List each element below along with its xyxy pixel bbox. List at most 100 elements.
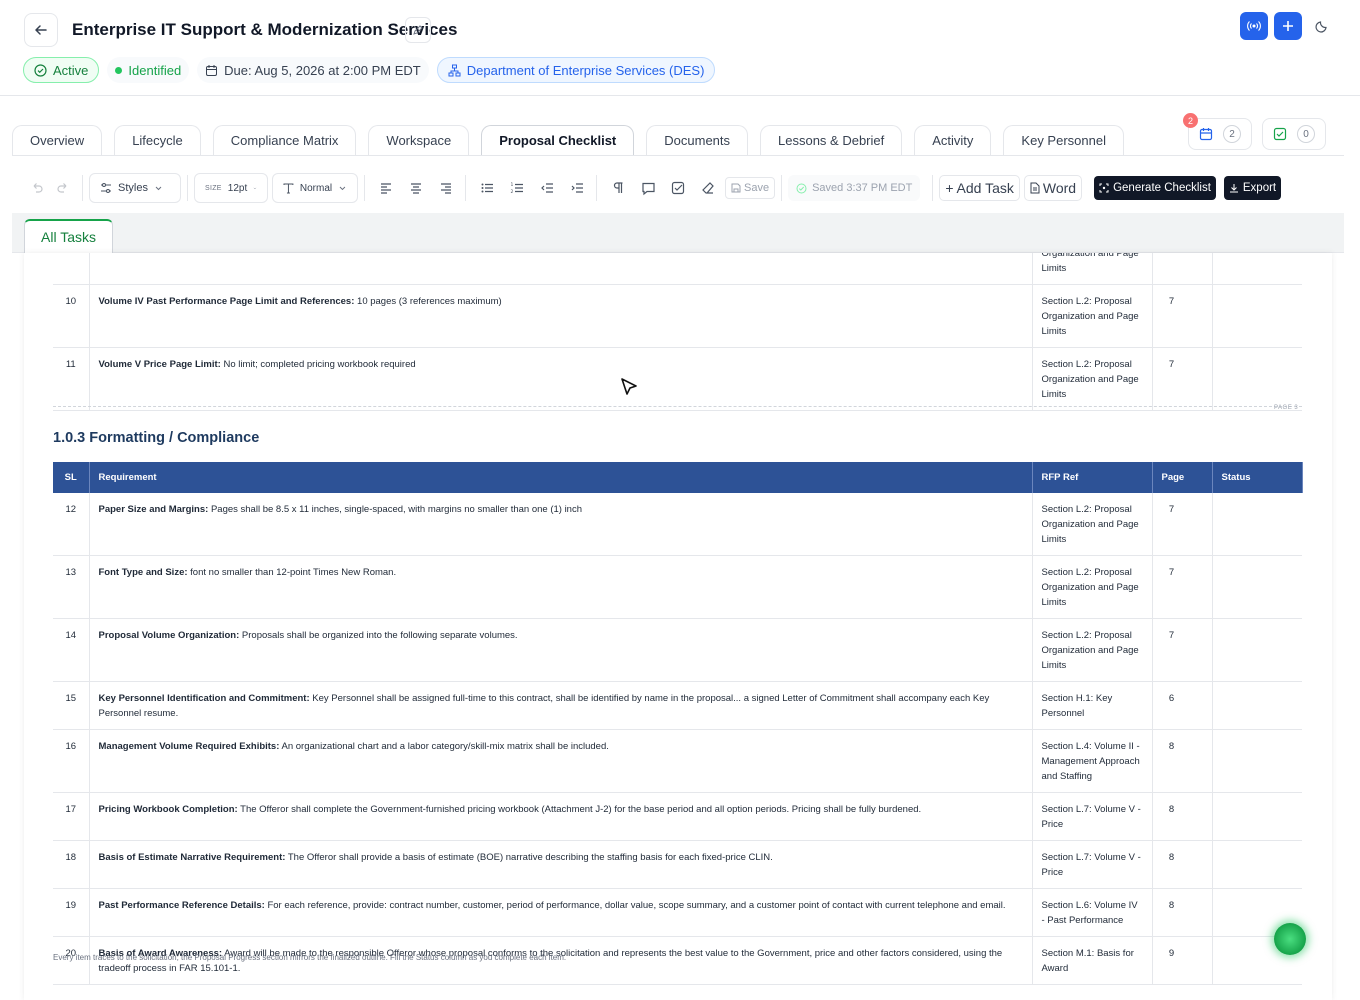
cell-status[interactable] xyxy=(1212,681,1302,730)
assistant-fab-button[interactable] xyxy=(1274,923,1306,955)
cell-requirement[interactable]: Management Volume Required Exhibits: An … xyxy=(89,729,1033,793)
table-row[interactable]: 10 Volume IV Past Performance Page Limit … xyxy=(53,284,1302,348)
save-button[interactable]: Save xyxy=(725,177,776,199)
export-button[interactable]: Export xyxy=(1223,176,1282,200)
cell-requirement[interactable]: Basis of Estimate Narrative Requirement:… xyxy=(89,840,1033,889)
save-label: Save xyxy=(744,182,770,194)
cell-status[interactable] xyxy=(1212,284,1302,348)
bullet-list-button[interactable] xyxy=(474,175,500,201)
status-dot-icon xyxy=(115,66,123,74)
table-row[interactable]: 13 Font Type and Size: font no smaller th… xyxy=(53,555,1302,619)
stage-badge[interactable]: Identified xyxy=(107,57,190,83)
table-row[interactable]: 19 Past Performance Reference Details: Fo… xyxy=(53,888,1302,937)
cell-requirement[interactable]: Proposal Volume Organization: Proposals … xyxy=(89,618,1033,682)
generate-checklist-button[interactable]: Generate Checklist xyxy=(1094,176,1216,200)
tab-workspace[interactable]: Workspace xyxy=(368,125,470,155)
stage-label: Identified xyxy=(128,62,182,78)
cell-status[interactable] xyxy=(1212,555,1302,619)
check-circle-icon xyxy=(796,183,807,193)
theme-toggle-button[interactable] xyxy=(1308,12,1336,40)
document-page[interactable]: Organization and Page Limits 10 Volume IV … xyxy=(24,253,1332,1000)
cell-requirement[interactable]: Pricing Workbook Completion: The Offeror… xyxy=(89,792,1033,841)
cell-status[interactable] xyxy=(1212,840,1302,889)
text-style-value: Normal xyxy=(299,182,333,194)
cell-status[interactable] xyxy=(1212,347,1302,411)
table-row[interactable]: 16 Management Volume Required Exhibits: A… xyxy=(53,729,1302,793)
add-task-button[interactable]: + Add Task xyxy=(939,175,1020,201)
cell-page: 8 xyxy=(1152,840,1213,889)
align-left-button[interactable] xyxy=(373,175,399,201)
table-row[interactable]: 15 Key Personnel Identification and Commi… xyxy=(53,681,1302,730)
cell-requirement[interactable]: Volume IV Past Performance Page Limit an… xyxy=(89,284,1033,348)
add-button[interactable] xyxy=(1274,12,1302,40)
task-checkbox-button[interactable] xyxy=(665,175,691,201)
calendar-icon xyxy=(1199,128,1213,141)
status-badge[interactable]: Active xyxy=(23,57,100,83)
tab-lifecycle[interactable]: Lifecycle xyxy=(114,125,201,155)
cell-sl: 15 xyxy=(53,681,90,730)
tasks-widget[interactable]: 0 xyxy=(1262,118,1326,150)
comment-button[interactable] xyxy=(635,175,661,201)
requirement-text: Pages shall be 8.5 x 11 inches, single-s… xyxy=(208,504,583,515)
task-filter-bar: All Tasks xyxy=(12,213,1344,253)
align-center-button[interactable] xyxy=(403,175,429,201)
broadcast-button[interactable] xyxy=(1240,12,1268,40)
tab-all-tasks[interactable]: All Tasks xyxy=(24,219,113,253)
department-badge[interactable]: Department of Enterprise Services (DES) xyxy=(436,57,716,83)
cell-requirement[interactable]: Key Personnel Identification and Commitm… xyxy=(89,681,1033,730)
toolbar-divider xyxy=(465,175,466,201)
cell-requirement[interactable] xyxy=(89,253,1033,285)
cell-status[interactable] xyxy=(1212,729,1302,793)
tab-proposal-checklist[interactable]: Proposal Checklist xyxy=(481,125,635,155)
edit-title-button[interactable] xyxy=(405,17,431,43)
styles-dropdown[interactable]: Styles xyxy=(89,173,181,203)
table-row[interactable]: 11 Volume V Price Page Limit: No limit; c… xyxy=(53,347,1302,411)
clear-format-button[interactable] xyxy=(695,175,721,201)
text-style-dropdown[interactable]: Normal xyxy=(272,173,358,203)
tab-compliance-matrix[interactable]: Compliance Matrix xyxy=(212,125,357,155)
cell-page: 7 xyxy=(1152,284,1213,348)
outdent-button[interactable] xyxy=(534,175,560,201)
moon-icon xyxy=(1315,21,1327,33)
tab-overview[interactable]: Overview xyxy=(12,125,103,155)
table-row[interactable]: 12 Paper Size and Margins: Pages shall be… xyxy=(53,493,1302,556)
table-row[interactable]: 14 Proposal Volume Organization: Proposal… xyxy=(53,618,1302,682)
cell-requirement[interactable]: Volume V Price Page Limit: No limit; com… xyxy=(89,347,1033,411)
export-word-button[interactable]: Word xyxy=(1023,175,1083,201)
numbered-list-button[interactable]: 12 xyxy=(504,175,530,201)
cell-requirement[interactable]: Past Performance Reference Details: For … xyxy=(89,888,1033,937)
tab-activity[interactable]: Activity xyxy=(914,125,992,155)
department-label: Department of Enterprise Services (DES) xyxy=(466,62,705,78)
tab-documents[interactable]: Documents xyxy=(646,125,749,155)
cell-requirement[interactable]: Paper Size and Margins: Pages shall be 8… xyxy=(89,493,1033,556)
cell-page: 7 xyxy=(1152,493,1213,556)
indent-button[interactable] xyxy=(564,175,590,201)
cell-status[interactable] xyxy=(1212,618,1302,682)
cell-sl: 12 xyxy=(53,493,90,556)
cell-sl: 19 xyxy=(53,888,90,937)
tab-lessons-debrief[interactable]: Lessons & Debrief xyxy=(760,125,903,155)
back-button[interactable] xyxy=(24,13,58,47)
cell-page: 6 xyxy=(1152,681,1213,730)
tab-key-personnel[interactable]: Key Personnel xyxy=(1003,125,1124,155)
align-right-button[interactable] xyxy=(433,175,459,201)
undo-button[interactable] xyxy=(24,175,50,201)
table-row[interactable]: 17 Pricing Workbook Completion: The Offer… xyxy=(53,792,1302,841)
sliders-icon xyxy=(101,183,111,193)
calendar-widget[interactable]: 2 2 xyxy=(1183,113,1252,150)
paragraph-button[interactable] xyxy=(605,175,631,201)
cell-status[interactable] xyxy=(1212,253,1302,285)
table-row[interactable]: 18 Basis of Estimate Narrative Requiremen… xyxy=(53,840,1302,889)
footnote: Every item traces to the solicitation; t… xyxy=(53,953,567,962)
font-size-dropdown[interactable]: SIZE 12pt xyxy=(194,173,268,203)
cell-sl: 10 xyxy=(53,284,90,348)
table-row[interactable]: Organization and Page Limits xyxy=(53,253,1302,285)
cell-requirement[interactable]: Font Type and Size: font no smaller than… xyxy=(89,555,1033,619)
cell-status[interactable] xyxy=(1212,493,1302,556)
cell-page: 8 xyxy=(1152,792,1213,841)
requirement-title: Font Type and Size: xyxy=(98,567,188,578)
due-date-badge[interactable]: Due: Aug 5, 2026 at 2:00 PM EDT xyxy=(197,57,429,83)
scan-icon xyxy=(1099,183,1109,193)
cell-status[interactable] xyxy=(1212,792,1302,841)
redo-button[interactable] xyxy=(50,175,76,201)
